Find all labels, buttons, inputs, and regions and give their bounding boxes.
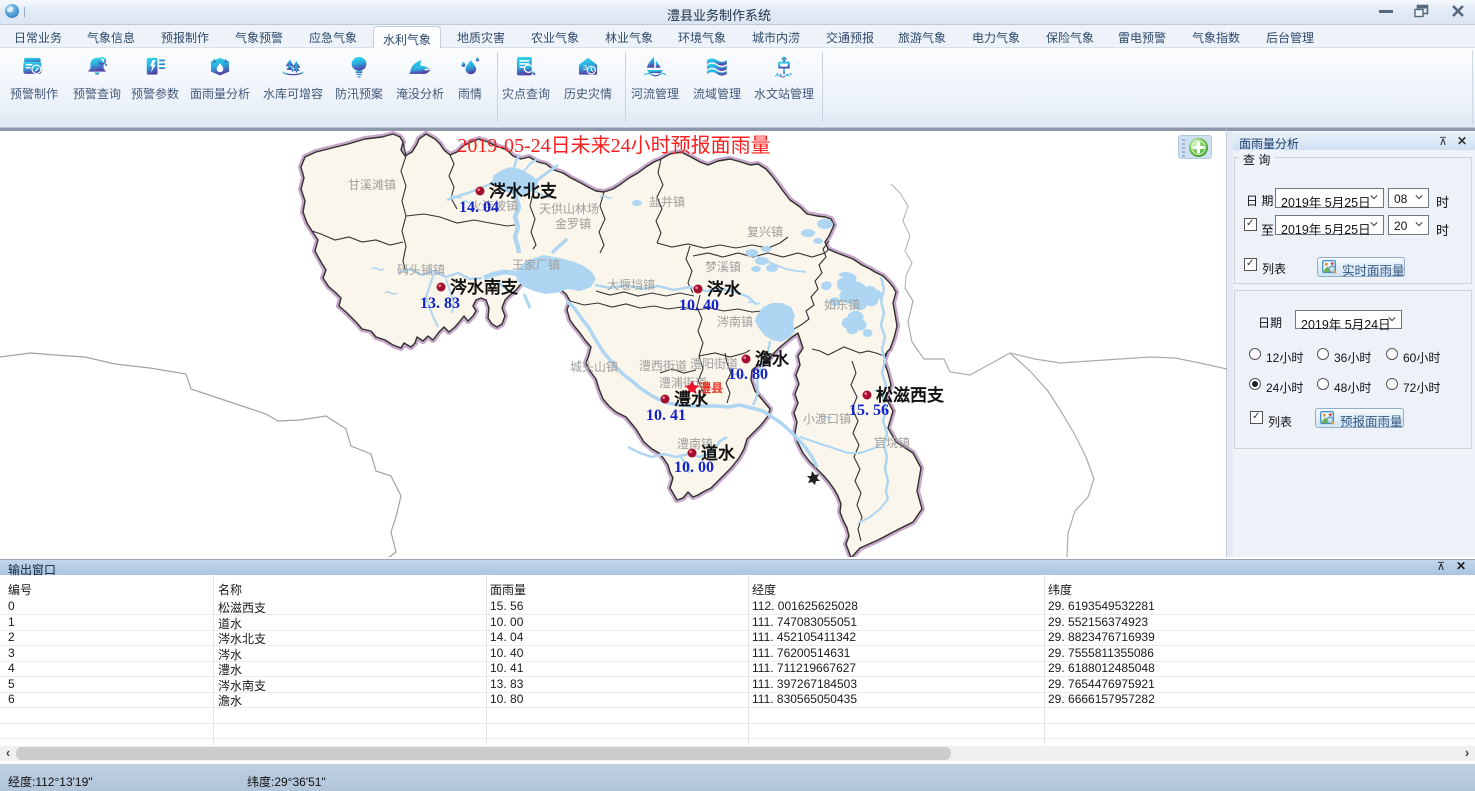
svg-text:涔水北支: 涔水北支	[489, 181, 558, 201]
svg-text:10. 00: 10. 00	[674, 459, 714, 476]
svg-text:王家厂镇: 王家厂镇	[512, 257, 560, 272]
svg-text:甘溪滩镇: 甘溪滩镇	[348, 178, 396, 192]
svg-text:14. 04: 14. 04	[459, 199, 499, 216]
svg-text:梦溪镇: 梦溪镇	[705, 260, 741, 274]
svg-text:3: 3	[583, 64, 587, 72]
svg-text:金罗镇: 金罗镇	[555, 216, 591, 231]
svg-text:2019-05-24日未来24小时预报面雨量: 2019-05-24日未来24小时预报面雨量	[457, 134, 770, 157]
svg-text:13. 83: 13. 83	[420, 295, 460, 312]
svg-text:涔水: 涔水	[707, 279, 742, 299]
svg-text:涔南镇: 涔南镇	[717, 314, 753, 329]
svg-text:大堰垱镇: 大堰垱镇	[607, 278, 655, 292]
svg-text:如东镇: 如东镇	[824, 297, 860, 312]
svg-text:盐井镇: 盐井镇	[649, 195, 685, 209]
svg-text:天供山林场: 天供山林场	[539, 202, 599, 216]
svg-text:10. 80: 10. 80	[728, 366, 768, 383]
svg-text:官垸镇: 官垸镇	[874, 435, 910, 450]
svg-text:10. 41: 10. 41	[646, 407, 686, 424]
svg-text:15. 56: 15. 56	[849, 402, 889, 419]
svg-text:复兴镇: 复兴镇	[747, 225, 783, 239]
svg-text:涔水南支: 涔水南支	[450, 277, 519, 297]
svg-text:码头铺镇: 码头铺镇	[397, 263, 445, 277]
svg-text:10. 40: 10. 40	[679, 297, 719, 314]
svg-text:澧西街道: 澧西街道	[639, 359, 687, 373]
svg-text:澧水: 澧水	[674, 389, 709, 409]
svg-text:城头山镇: 城头山镇	[570, 360, 618, 374]
svg-text:小渡口镇: 小渡口镇	[803, 411, 851, 426]
